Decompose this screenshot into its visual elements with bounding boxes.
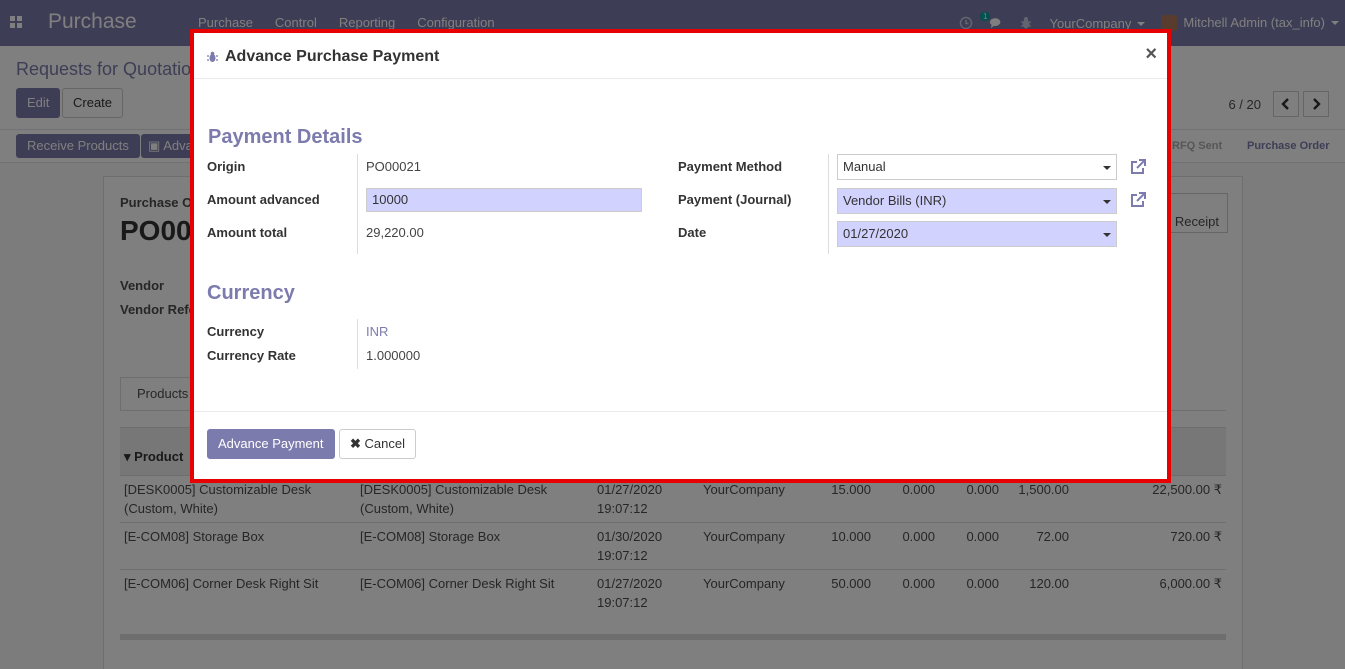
external-link-icon[interactable]: [1128, 157, 1148, 177]
currency-rate-label: Currency Rate: [207, 348, 296, 363]
label-divider: [357, 319, 358, 369]
amount-advanced-label: Amount advanced: [207, 192, 320, 207]
debug-bug-icon[interactable]: [207, 51, 218, 63]
currency-label: Currency: [207, 324, 265, 339]
external-link-icon[interactable]: [1128, 190, 1148, 210]
origin-label: Origin: [207, 159, 246, 174]
origin-value: PO00021: [366, 159, 421, 174]
payment-journal-select[interactable]: Vendor Bills (INR): [837, 188, 1117, 214]
payment-method-label: Payment Method: [678, 159, 783, 174]
date-picker[interactable]: 01/27/2020: [837, 221, 1117, 247]
chevron-down-icon: [1103, 233, 1111, 237]
advance-payment-button[interactable]: Advance Payment: [207, 429, 335, 459]
advance-payment-dialog: Advance Purchase Payment × Payment Detai…: [190, 29, 1171, 483]
label-divider: [828, 154, 829, 254]
close-icon[interactable]: ×: [1145, 44, 1157, 64]
dialog-title: Advance Purchase Payment: [225, 48, 440, 65]
amount-total-value: 29,220.00: [366, 225, 424, 240]
date-label: Date: [678, 225, 707, 240]
currency-title: Currency: [207, 282, 295, 304]
amount-total-label: Amount total: [207, 225, 288, 240]
currency-link[interactable]: INR: [366, 324, 388, 339]
payment-method-select[interactable]: Manual: [837, 154, 1117, 180]
dialog-footer: Advance Payment ✖ Cancel: [194, 411, 1167, 479]
dialog-header: Advance Purchase Payment ×: [194, 33, 1167, 79]
date-value: 01/27/2020: [843, 226, 909, 241]
payment-details-title: Payment Details: [208, 126, 363, 148]
cancel-label: Cancel: [364, 436, 405, 451]
payment-method-value: Manual: [843, 159, 886, 174]
cancel-button[interactable]: ✖ Cancel: [339, 429, 416, 459]
payment-journal-label: Payment (Journal): [678, 192, 792, 207]
amount-advanced-input[interactable]: 10000: [366, 188, 642, 212]
chevron-down-icon: [1103, 166, 1111, 170]
currency-rate-value: 1.000000: [366, 348, 421, 363]
label-divider: [357, 154, 358, 254]
close-icon: ✖: [350, 436, 361, 451]
payment-journal-value: Vendor Bills (INR): [843, 193, 947, 208]
chevron-down-icon: [1103, 200, 1111, 204]
